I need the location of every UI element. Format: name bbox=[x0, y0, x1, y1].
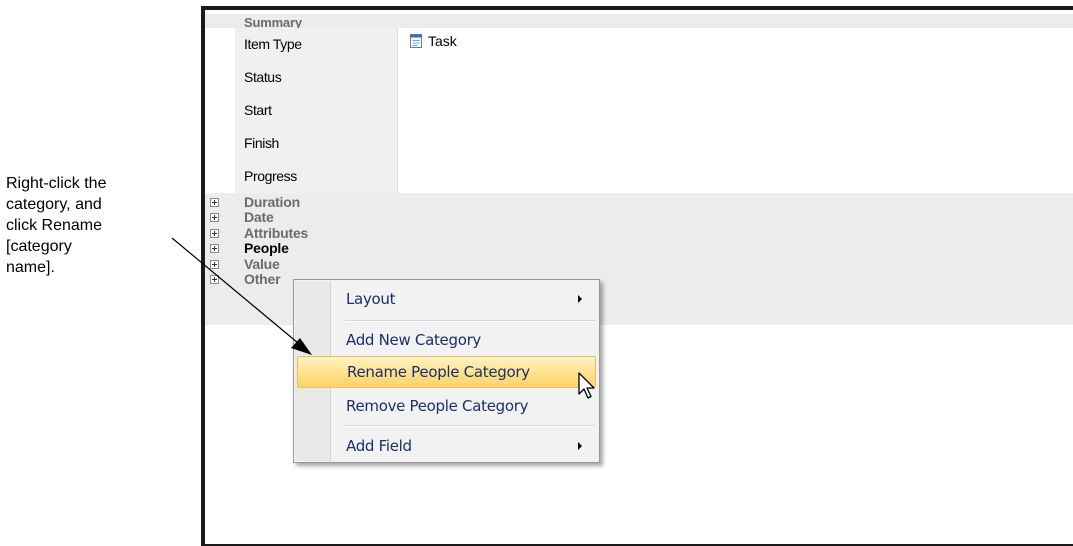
property-value-status[interactable] bbox=[397, 61, 1073, 94]
category-label: Attributes bbox=[244, 224, 309, 241]
property-value-item-type[interactable]: Task bbox=[397, 28, 1073, 61]
property-label: Status bbox=[235, 61, 397, 94]
property-label: Finish bbox=[235, 127, 397, 160]
menu-item-label: Layout bbox=[346, 290, 396, 308]
property-row-start[interactable]: Start bbox=[205, 94, 1073, 127]
property-value-finish[interactable] bbox=[397, 127, 1073, 160]
category-date[interactable]: Date bbox=[205, 210, 1073, 225]
category-people[interactable]: People bbox=[205, 240, 1073, 257]
property-label: Item Type bbox=[235, 28, 397, 61]
category-summary[interactable]: Summary bbox=[205, 14, 1073, 29]
property-label: Progress bbox=[235, 160, 397, 193]
property-value-progress[interactable] bbox=[397, 160, 1073, 193]
submenu-arrow-icon bbox=[578, 295, 582, 303]
callout-line: [category bbox=[6, 238, 72, 255]
property-grid: Summary Item Type Task Status Start Fini… bbox=[205, 10, 1073, 325]
category-label: Duration bbox=[244, 194, 300, 210]
task-document-icon bbox=[410, 34, 422, 48]
category-label: Date bbox=[244, 209, 274, 226]
callout-line: click Rename bbox=[6, 217, 103, 234]
menu-item-label: Remove People Category bbox=[346, 397, 529, 415]
submenu-arrow-icon bbox=[578, 442, 582, 450]
expand-icon[interactable] bbox=[210, 198, 219, 207]
menu-item-rename-category[interactable]: Rename People Category bbox=[297, 356, 596, 388]
mouse-cursor-icon bbox=[578, 372, 595, 399]
category-label: People bbox=[244, 240, 289, 257]
property-row-finish[interactable]: Finish bbox=[205, 127, 1073, 160]
expand-icon[interactable] bbox=[210, 228, 219, 238]
category-label: Other bbox=[244, 270, 281, 287]
category-attributes[interactable]: Attributes bbox=[205, 224, 1073, 241]
menu-item-label: Add New Category bbox=[346, 331, 482, 349]
menu-item-label: Rename People Category bbox=[347, 363, 530, 381]
menu-separator bbox=[345, 425, 595, 427]
menu-item-add-new-category[interactable]: Add New Category bbox=[295, 324, 598, 356]
expand-icon[interactable] bbox=[210, 274, 219, 284]
screenshot-stage: Right-click the category, and click Rena… bbox=[0, 0, 1073, 546]
callout-line: Right-click the bbox=[6, 175, 107, 192]
expand-icon[interactable] bbox=[210, 259, 219, 269]
property-value-start[interactable] bbox=[397, 94, 1073, 127]
property-row-progress[interactable]: Progress bbox=[205, 160, 1073, 193]
menu-item-label: Add Field bbox=[346, 437, 412, 455]
menu-item-layout[interactable]: Layout bbox=[295, 283, 598, 315]
expand-icon[interactable] bbox=[210, 213, 219, 223]
menu-separator bbox=[345, 320, 595, 322]
context-menu: Layout Add New Category Rename People Ca… bbox=[293, 279, 600, 463]
category-duration[interactable]: Duration bbox=[205, 194, 1073, 210]
menu-item-add-field[interactable]: Add Field bbox=[295, 430, 598, 462]
category-label: Value bbox=[244, 255, 280, 272]
callout-line: category, and bbox=[6, 196, 102, 213]
property-row-status[interactable]: Status bbox=[205, 61, 1073, 94]
callout-line: name]. bbox=[6, 259, 55, 276]
property-grid-window: Summary Item Type Task Status Start Fini… bbox=[201, 6, 1073, 546]
property-label: Start bbox=[235, 94, 397, 127]
property-value-text: Task bbox=[428, 33, 457, 49]
property-row-item-type[interactable]: Item Type Task bbox=[205, 28, 1073, 61]
instruction-callout: Right-click the category, and click Rena… bbox=[6, 173, 174, 278]
category-value[interactable]: Value bbox=[205, 255, 1073, 272]
menu-item-remove-category[interactable]: Remove People Category bbox=[295, 390, 598, 422]
expand-icon[interactable] bbox=[210, 244, 219, 254]
